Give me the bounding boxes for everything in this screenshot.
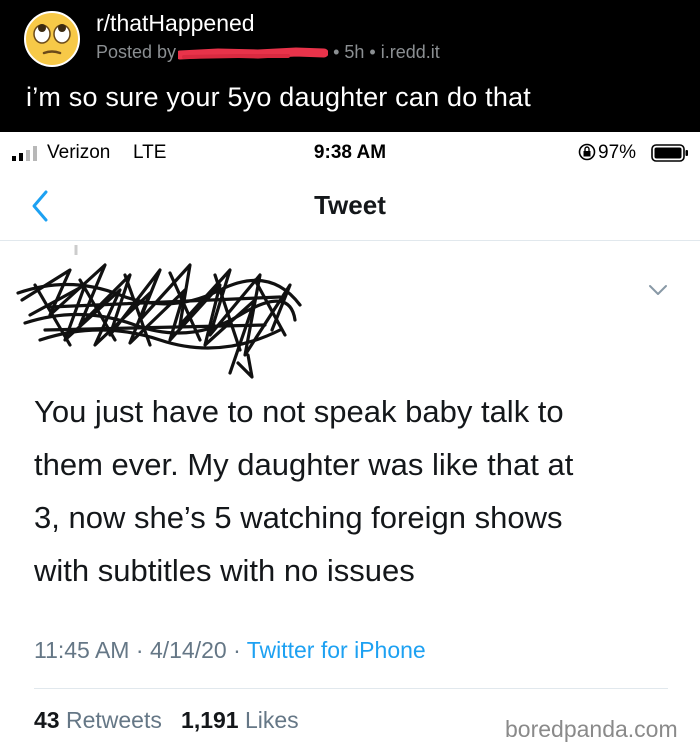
redacted-username (175, 44, 329, 62)
divider (34, 688, 668, 689)
post-age: 5h (344, 42, 365, 62)
tweet-stats: 43 Retweets 1,191 Likes (34, 707, 299, 734)
tweet-nav-bar: Tweet (0, 172, 700, 241)
post-title[interactable]: i’m so sure your 5yo daughter can do tha… (26, 82, 531, 113)
chevron-down-icon[interactable] (648, 284, 668, 296)
retweets-count: 43 (34, 707, 60, 733)
retweets-label: Retweets (65, 707, 162, 733)
likes-stat[interactable]: 1,191 Likes (181, 707, 299, 733)
tweet-date: 4/14/20 (149, 637, 227, 663)
tweet-line: You just have to not speak baby talk to (34, 394, 564, 429)
tweet-line: with subtitles with no issues (34, 553, 415, 588)
tweet-time: 11:45 AM (34, 637, 130, 663)
subreddit-name[interactable]: r/thatHappened (96, 10, 255, 37)
tweet-meta: 11:45 AM · 4/14/20 · Twitter for iPhone (34, 637, 426, 663)
post-meta: Posted by • 5h • i.redd.it (96, 42, 440, 63)
redacted-author-scribble (16, 245, 302, 379)
watermark: boredpanda.com (505, 716, 678, 742)
tweet-source-link[interactable]: Twitter for iPhone (247, 637, 426, 663)
likes-label: Likes (244, 707, 299, 733)
rolling-eyes-emoji-icon[interactable] (23, 10, 81, 68)
battery-percent: 97% (598, 142, 637, 163)
likes-count: 1,191 (181, 707, 239, 733)
battery-icon (651, 144, 688, 162)
tweet-line: them ever. My daughter was like that at (34, 447, 574, 482)
posted-by-label: Posted by (96, 42, 177, 62)
nav-title: Tweet (314, 190, 386, 220)
status-bar: Verizon LTE 9:38 AM 97% (0, 132, 700, 172)
post-domain[interactable]: i.redd.it (381, 42, 440, 63)
orientation-lock-icon (578, 143, 596, 161)
reddit-post-header: r/thatHappened Posted by • 5h • i.redd.i… (0, 0, 700, 132)
tweet-text: You just have to not speak baby talk to … (34, 385, 674, 597)
retweets-stat[interactable]: 43 Retweets (34, 707, 162, 733)
tweet-line: 3, now she’s 5 watching foreign shows (34, 500, 563, 535)
